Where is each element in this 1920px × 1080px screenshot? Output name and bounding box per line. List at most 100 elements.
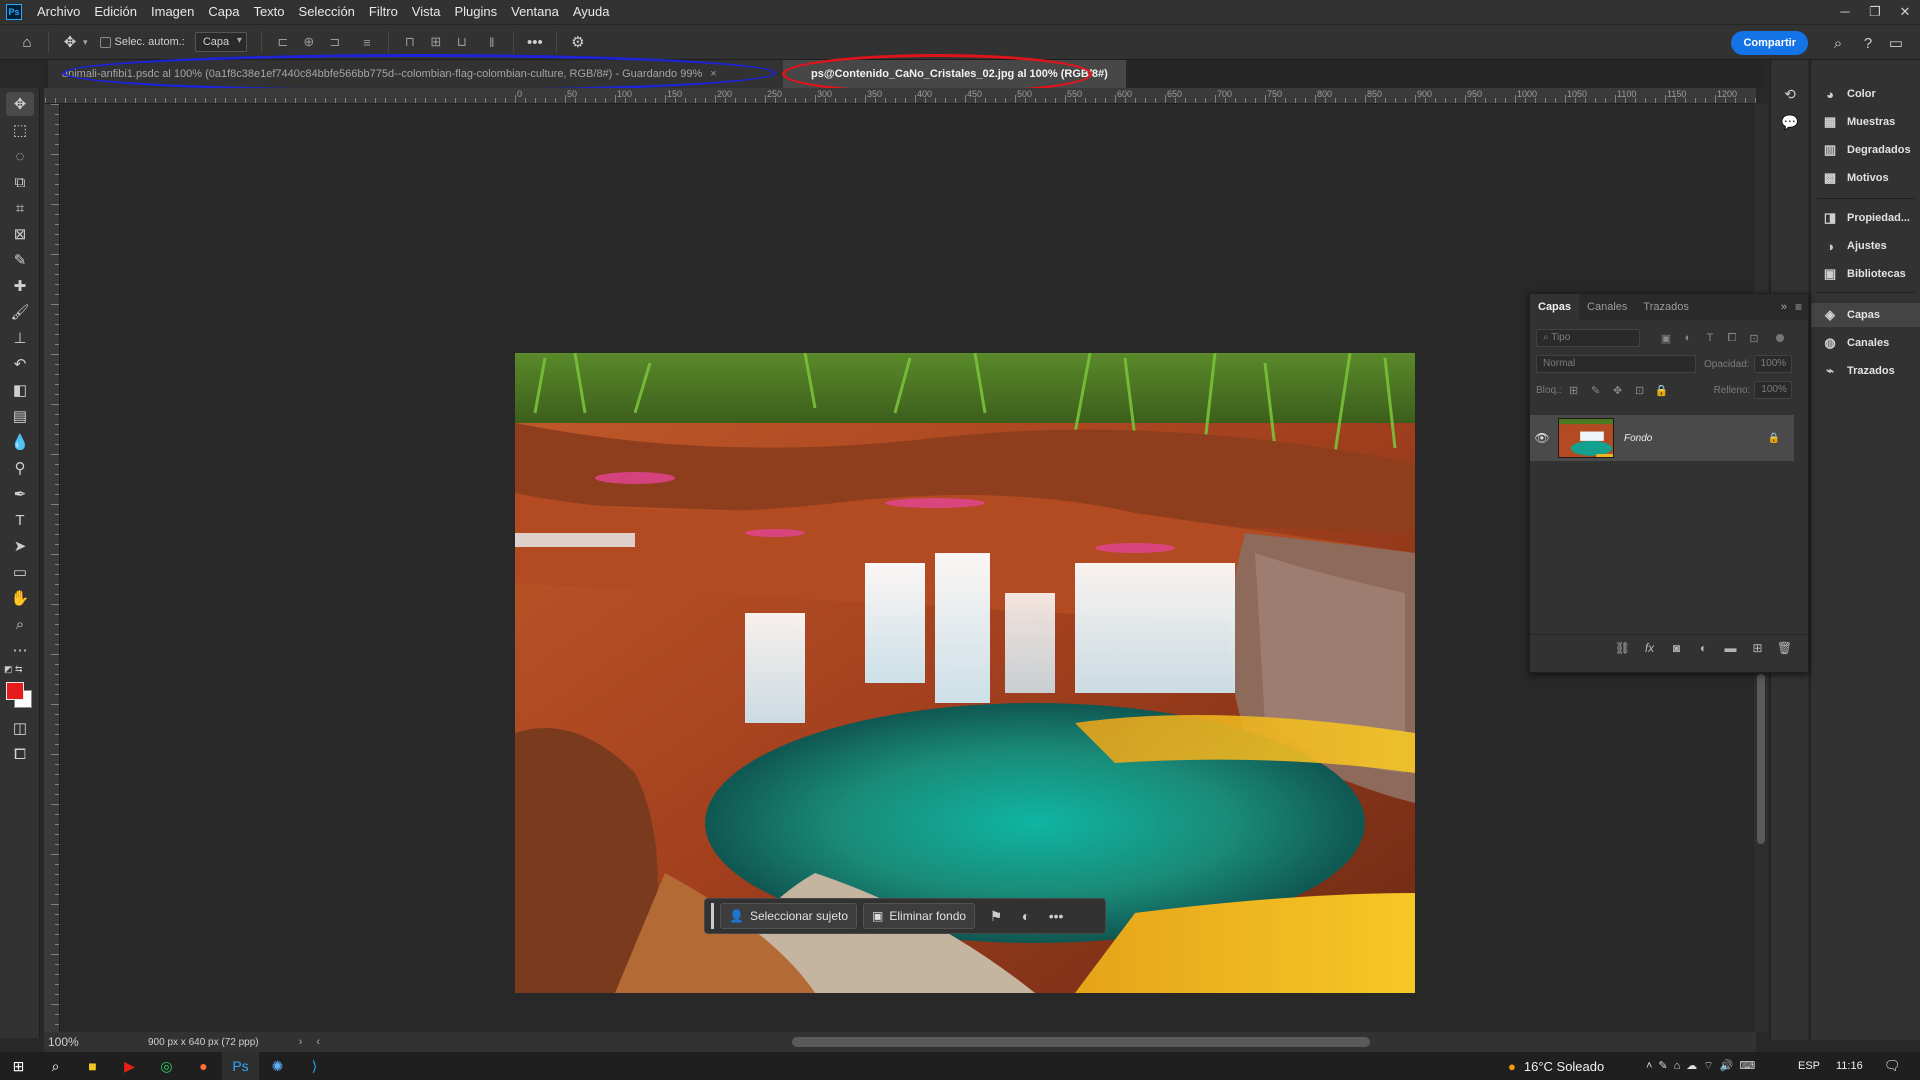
chevron-down-icon[interactable]: ▾ <box>83 37 88 48</box>
filter-pixel-icon[interactable]: ▣ <box>1658 332 1674 345</box>
photoshop-taskbar-icon[interactable]: Ps <box>222 1052 259 1080</box>
screen-mode-icon[interactable]: ⧠ <box>6 742 34 766</box>
new-group-icon[interactable]: ▬ <box>1717 641 1744 655</box>
align-top-icon[interactable]: ⊓ <box>401 33 419 51</box>
lock-artboard-icon[interactable]: ⊡ <box>1632 384 1648 397</box>
zoom-tool-icon[interactable]: ⌕ <box>6 612 34 636</box>
panel-libraries[interactable]: ▣ Bibliotecas <box>1811 262 1920 286</box>
quick-mask-icon[interactable]: ◫ <box>6 716 34 740</box>
filter-toggle[interactable] <box>1776 334 1784 342</box>
lock-image-icon[interactable]: ✎ <box>1588 384 1604 397</box>
file-explorer-icon[interactable]: ■ <box>74 1052 111 1080</box>
marquee-tool-icon[interactable]: ⬚ <box>6 118 34 142</box>
vscode-icon[interactable]: ⟩ <box>296 1052 333 1080</box>
auto-select-checkbox[interactable] <box>99 36 111 48</box>
align-left-icon[interactable]: ⊏ <box>274 33 292 51</box>
lasso-tool-icon[interactable]: ◌ <box>6 144 34 168</box>
weather-widget[interactable]: ● 16°C Soleado <box>1508 1052 1604 1080</box>
youtube-icon[interactable]: ▶ <box>111 1052 148 1080</box>
layer-name[interactable]: Fondo <box>1624 433 1652 444</box>
tab-channels[interactable]: Canales <box>1579 294 1635 320</box>
healing-brush-tool-icon[interactable]: ✚ <box>6 274 34 298</box>
windows-start-icon[interactable]: ⊞ <box>0 1052 37 1080</box>
document-image[interactable] <box>515 353 1415 993</box>
help-icon[interactable]: ? <box>1856 30 1880 56</box>
align-right-icon[interactable]: ⊐ <box>326 33 344 51</box>
horizontal-scroll-thumb[interactable] <box>792 1037 1370 1047</box>
menu-ayuda[interactable]: Ayuda <box>566 0 617 24</box>
panel-adjustments[interactable]: ◑ Ajustes <box>1811 234 1920 258</box>
pen-tool-icon[interactable]: ✒ <box>6 482 34 506</box>
adjustment-icon[interactable]: ◐ <box>1011 903 1041 929</box>
menu-ventana[interactable]: Ventana <box>504 0 566 24</box>
align-middle-v-icon[interactable]: ⊞ <box>427 33 445 51</box>
app-icon[interactable]: ✺ <box>259 1052 296 1080</box>
comment-icon[interactable]: 💬 <box>1780 112 1800 132</box>
brush-tool-icon[interactable]: 🖌 <box>6 300 34 324</box>
rectangle-tool-icon[interactable]: ▭ <box>6 560 34 584</box>
panel-channels[interactable]: ◍ Canales <box>1811 331 1920 355</box>
share-button[interactable]: Compartir <box>1731 31 1808 55</box>
panel-menu-icon[interactable]: ≡ <box>1795 300 1802 314</box>
new-adjustment-icon[interactable]: ◐ <box>1690 641 1717 655</box>
gear-icon[interactable]: ⚙ <box>565 29 591 55</box>
hand-tool-icon[interactable]: ✋ <box>6 586 34 610</box>
distribute-v-icon[interactable]: ‖ <box>483 33 501 51</box>
menu-vista[interactable]: Vista <box>405 0 448 24</box>
blend-mode-select[interactable]: Normal <box>1536 355 1696 373</box>
lock-transparent-icon[interactable]: ⊞ <box>1566 384 1582 397</box>
search-icon[interactable]: ⌕ <box>37 1052 74 1080</box>
home-icon[interactable]: ⌂ <box>14 29 40 55</box>
trash-icon[interactable]: 🗑 <box>1771 641 1798 655</box>
lock-all-icon[interactable]: 🔒 <box>1654 384 1670 397</box>
layer-search-input[interactable]: ⌕ Tipo <box>1536 329 1640 347</box>
panel-swatches[interactable]: ▦ Muestras <box>1811 110 1920 134</box>
link-layers-icon[interactable]: ⛓ <box>1609 641 1636 655</box>
search-icon[interactable]: ⌕ <box>1826 30 1850 56</box>
close-window-icon[interactable]: ✕ <box>1890 4 1920 20</box>
menu-plugins[interactable]: Plugins <box>447 0 504 24</box>
more-options-icon[interactable]: ••• <box>522 29 548 55</box>
path-select-tool-icon[interactable]: ➤ <box>6 534 34 558</box>
drag-handle[interactable] <box>711 903 714 929</box>
blur-tool-icon[interactable]: 💧 <box>6 430 34 454</box>
default-colors-icon[interactable]: ◩ ⇆ <box>4 664 23 675</box>
filter-adjustment-icon[interactable]: ◐ <box>1680 332 1696 344</box>
filter-smart-object-icon[interactable]: ⊡ <box>1746 332 1762 345</box>
align-bottom-icon[interactable]: ⊔ <box>453 33 471 51</box>
new-layer-icon[interactable]: ⊞ <box>1744 641 1771 655</box>
align-center-h-icon[interactable]: ⊕ <box>300 33 318 51</box>
scroll-left-icon[interactable]: ‹ <box>316 1036 320 1048</box>
foreground-color-swatch[interactable] <box>6 682 24 700</box>
system-tray-icons[interactable]: ˄✎⌂☁⌔🔊⌨ <box>1646 1052 1761 1080</box>
opacity-input[interactable]: 100% <box>1753 355 1792 373</box>
zoom-level[interactable]: 100% <box>48 1035 98 1049</box>
object-select-tool-icon[interactable]: ⧉ <box>6 170 34 194</box>
chevron-right-icon[interactable]: › <box>299 1036 303 1048</box>
menu-texto[interactable]: Texto <box>246 0 291 24</box>
language-indicator[interactable]: ESP <box>1798 1052 1820 1080</box>
panel-gradients[interactable]: ▥ Degradados <box>1811 138 1920 162</box>
panel-properties[interactable]: ◨ Propiedad... <box>1811 206 1920 230</box>
more-tools-icon[interactable]: ⋯ <box>6 638 34 662</box>
remove-background-button[interactable]: ▣ Eliminar fondo <box>863 903 976 929</box>
auto-select-target-dropdown[interactable]: Capa <box>194 32 247 52</box>
whatsapp-icon[interactable]: ◎ <box>148 1052 185 1080</box>
scroll-thumb[interactable] <box>1757 674 1765 844</box>
workspace-icon[interactable]: ▭ <box>1884 30 1908 56</box>
more-options-icon[interactable]: ••• <box>1041 903 1071 929</box>
history-icon[interactable]: ⟲ <box>1780 84 1800 104</box>
fill-input[interactable]: 100% <box>1754 381 1793 399</box>
move-tool-icon[interactable]: ✥ <box>6 92 34 116</box>
menu-capa[interactable]: Capa <box>201 0 246 24</box>
clone-stamp-tool-icon[interactable]: ⊥ <box>6 326 34 350</box>
panel-color[interactable]: ◕ Color <box>1811 82 1920 106</box>
notifications-icon[interactable]: 🗨 <box>1884 1052 1901 1080</box>
move-tool-icon[interactable]: ✥ <box>57 29 83 55</box>
menu-edicion[interactable]: Edición <box>87 0 144 24</box>
add-mask-icon[interactable]: ◙ <box>1663 641 1690 655</box>
menu-filtro[interactable]: Filtro <box>362 0 405 24</box>
eye-icon[interactable]: 👁 <box>1530 431 1554 445</box>
collapse-panel-icon[interactable]: » <box>1781 301 1787 313</box>
tab-paths[interactable]: Trazados <box>1635 294 1696 320</box>
